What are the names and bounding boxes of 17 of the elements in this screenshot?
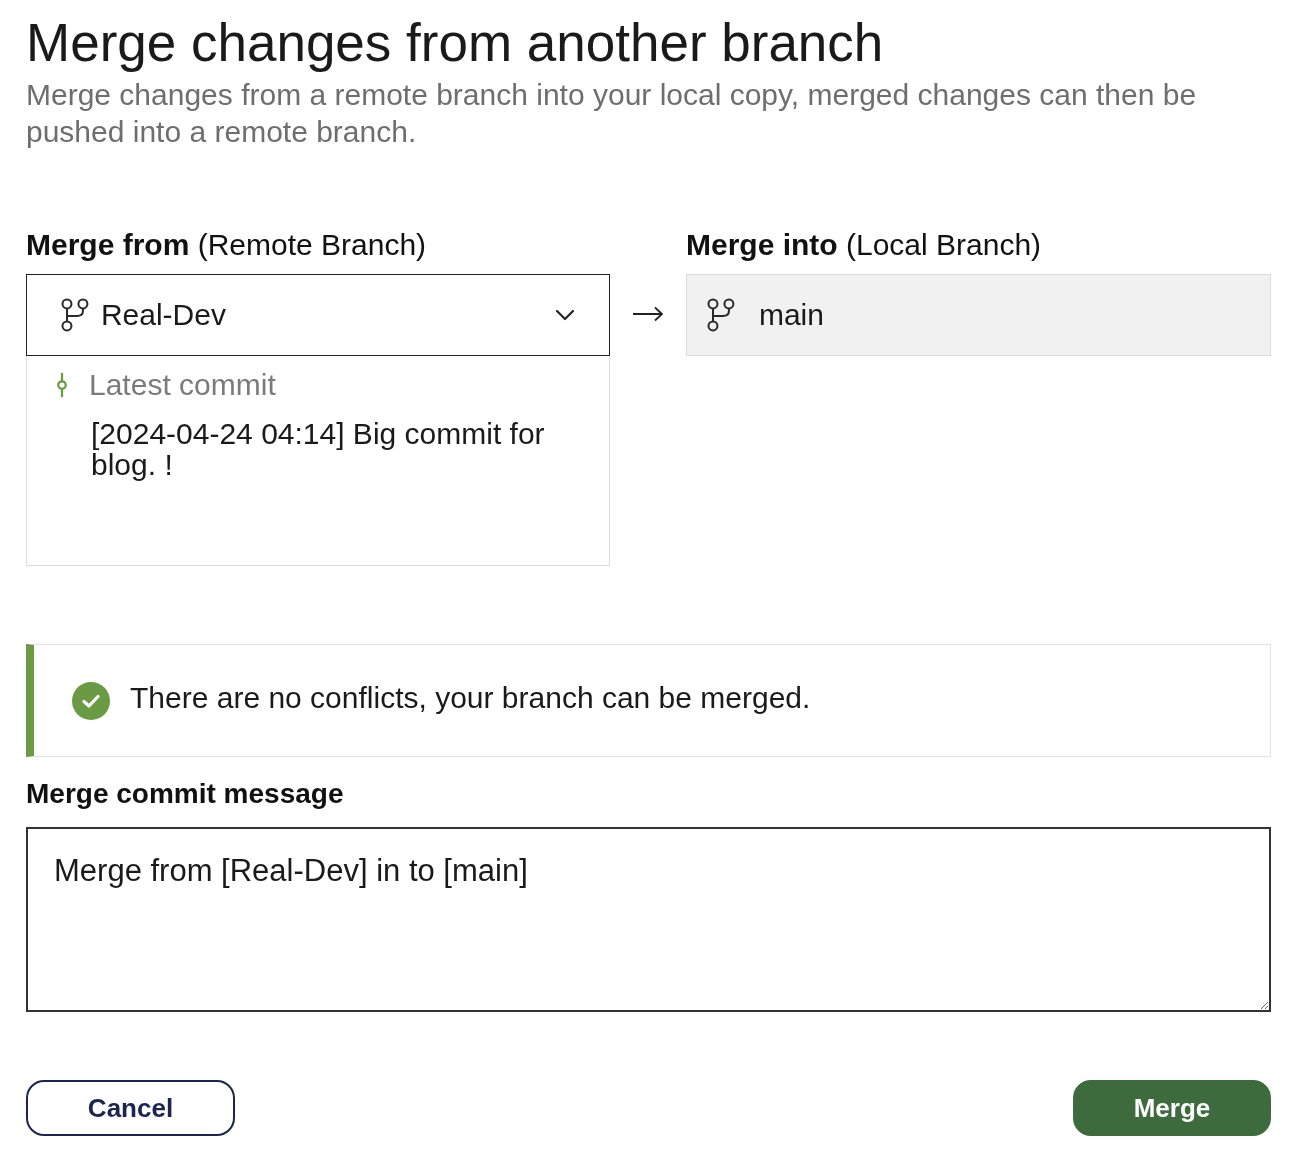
- cancel-button[interactable]: Cancel: [26, 1080, 235, 1136]
- merge-from-label: Merge from (Remote Branch): [26, 228, 428, 262]
- commit-message-text: [2024-04-24 04:14] Big commit for blog. !: [90, 418, 546, 480]
- branch-icon: [61, 298, 89, 332]
- commit-message-field[interactable]: Merge from [Real-Dev] in to [main]: [26, 827, 1271, 1012]
- status-message: There are no conflicts, your branch can be merged.: [130, 680, 811, 715]
- merge-button[interactable]: Merge: [1073, 1080, 1271, 1136]
- page-title: Merge changes from another branch: [26, 12, 885, 74]
- branch-icon: [707, 298, 735, 332]
- arrow-icon: [632, 306, 664, 322]
- target-branch-field: main: [686, 274, 1271, 356]
- latest-commit-label: Latest commit: [89, 368, 277, 402]
- check-circle-icon: [72, 681, 110, 720]
- commit-message-label: Merge commit message: [26, 777, 345, 811]
- source-branch-dropdown[interactable]: Real-Dev: [26, 274, 610, 356]
- merge-into-label: Merge into (Local Branch): [686, 228, 1043, 262]
- page-description: Merge changes from a remote branch into your local copy, merged changes can then be pushed into a remote branch.: [26, 77, 1198, 150]
